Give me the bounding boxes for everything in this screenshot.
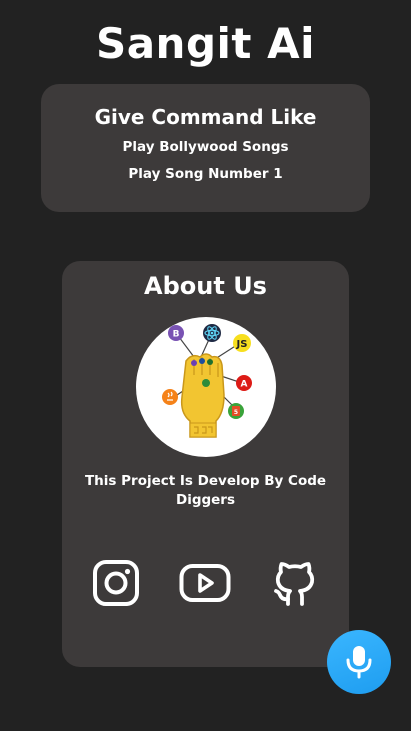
gauntlet-logo-icon: B JS A 5 — [162, 324, 252, 438]
youtube-icon — [179, 564, 231, 602]
github-icon — [274, 562, 315, 606]
svg-text:5: 5 — [234, 409, 238, 416]
command-example: Play Song Number 1 — [128, 166, 283, 182]
instagram-icon — [93, 560, 139, 606]
microphone-icon — [346, 646, 372, 679]
about-description: This Project Is Develop By Code Diggers — [84, 473, 327, 508]
command-hint-card: Give Command Like Play Bollywood Songs P… — [41, 84, 370, 212]
command-heading: Give Command Like — [94, 105, 317, 129]
github-link[interactable] — [269, 557, 321, 609]
about-card: About Us B JS A 5 This Project Is Develo… — [62, 261, 349, 667]
app-screen: Sangit Ai Give Command Like Play Bollywo… — [0, 0, 411, 731]
microphone-button[interactable] — [327, 630, 391, 694]
instagram-link[interactable] — [90, 557, 142, 609]
svg-text:A: A — [241, 380, 248, 390]
command-example: Play Bollywood Songs — [122, 139, 289, 155]
youtube-link[interactable] — [179, 557, 231, 609]
app-title: Sangit Ai — [95, 19, 316, 68]
svg-text:JS: JS — [236, 339, 248, 350]
svg-text:B: B — [173, 330, 180, 340]
team-logo: B JS A 5 — [136, 317, 276, 457]
about-heading: About Us — [144, 272, 267, 300]
java-icon — [162, 389, 178, 405]
